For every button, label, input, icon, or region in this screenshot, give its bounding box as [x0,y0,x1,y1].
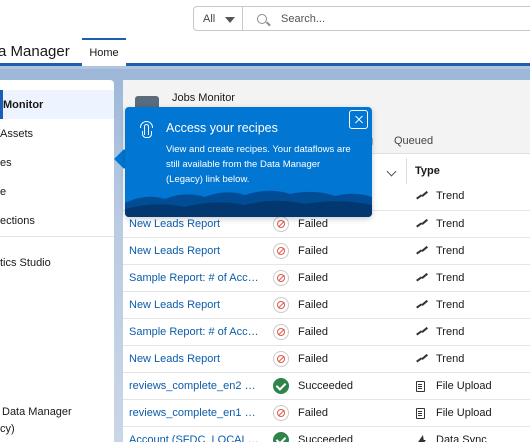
failed-icon [273,405,289,421]
global-header: All Search... [0,0,530,38]
bolt-icon [416,435,428,442]
failed-icon [273,324,289,340]
job-status: Failed [298,218,328,230]
job-type: Trend [436,272,465,284]
job-name-link[interactable]: New Leads Report [129,353,261,365]
column-separator [406,158,407,184]
job-name-link[interactable]: New Leads Report [129,245,261,257]
table-row[interactable]: New Leads Report Failed Trend [123,345,530,372]
job-status: Failed [298,272,328,284]
sidebar-item-es[interactable]: es [0,148,114,177]
app-name: a Manager [0,43,70,60]
search-placeholder: Search... [281,12,326,25]
job-status: Succeeded [298,380,354,392]
sidebar-divider [0,236,114,237]
trend-icon [416,300,428,313]
close-icon[interactable] [349,110,368,129]
job-type: Trend [436,353,465,365]
sidebar-item-label: tics Studio [0,256,51,269]
sidebar-item-monitor[interactable]: Monitor [0,90,114,119]
search-icon [257,14,267,24]
app-navigation: a Manager Home [0,38,530,66]
job-status: Failed [298,245,328,257]
job-type: Trend [436,326,465,338]
sidebar-item-label: cy) [0,423,15,435]
job-name-link[interactable]: Sample Report: # of Acco... [129,272,261,284]
failed-icon [273,297,289,313]
table-row[interactable]: Sample Report: # of Acco... Failed Trend [123,264,530,291]
job-name-link[interactable]: New Leads Report [129,299,261,311]
search-input[interactable]: Search... [243,6,530,31]
sidebar-item-analytics-studio[interactable]: tics Studio [0,248,114,277]
job-status: Failed [298,353,328,365]
job-name-link[interactable]: reviews_complete_en1 Upl... [129,407,261,419]
job-status: Failed [298,326,328,338]
tab-home[interactable]: Home [82,38,126,66]
row-type: Trend [436,190,465,202]
job-status: Succeeded [298,434,354,442]
column-header-type[interactable]: Type [415,160,440,182]
trend-icon [416,191,428,204]
file-icon [416,408,428,422]
trend-icon [416,273,428,286]
job-type: Trend [436,218,465,230]
failed-icon [273,216,289,232]
sidebar-item-label: Assets [0,127,34,140]
trend-icon [416,246,428,259]
sidebar-item-legacy-suffix: cy) [0,415,114,442]
trend-icon [416,354,428,367]
sidebar-item-label: e [0,185,7,198]
recipes-popover: Access your recipes View and create reci… [125,107,372,217]
job-type: Trend [436,245,465,257]
table-row[interactable]: reviews_complete_en1 Upl... Failed File Up… [123,399,530,426]
trend-icon [416,219,428,232]
job-type: Trend [436,299,465,311]
popover-title: Access your recipes [166,121,278,135]
job-name-link[interactable]: New Leads Report [129,218,261,230]
success-check-icon [273,432,289,442]
search-scope-select[interactable]: All [193,6,243,31]
popover-body: View and create recipes. Your dataflows … [166,144,351,185]
sidebar-item-e[interactable]: e [0,177,114,206]
mountains-illustration [125,190,372,217]
table-row[interactable]: New Leads Report Failed Trend [123,237,530,264]
job-status: Failed [298,407,328,419]
table-row[interactable]: Sample Report: # of Acco... Failed Trend [123,318,530,345]
failed-icon [273,351,289,367]
table-row[interactable]: New Leads Report Failed Trend [123,291,530,318]
job-name-link[interactable]: Account (SFDC_LOCAL_L... [129,434,261,442]
job-type: Data Sync [436,434,487,442]
file-icon [416,381,428,395]
job-type: File Upload [436,380,492,392]
sidebar: Monitor Assets es e ections tics Studio … [0,80,114,442]
table-row[interactable]: Account (SFDC_LOCAL_L... Succeeded Data Sy… [123,426,530,442]
touch-icon [139,121,155,139]
success-check-icon [273,378,289,394]
failed-icon [273,243,289,259]
table-row[interactable]: reviews_complete_en2 Up... Succeeded File … [123,372,530,399]
failed-icon [273,270,289,286]
sidebar-item-assets[interactable]: Assets [0,119,114,148]
chevron-down-icon [225,17,235,23]
page-title: Jobs Monitor [172,92,235,104]
search-scope-label: All [203,12,216,25]
job-name-link[interactable]: reviews_complete_en2 Up... [129,380,261,392]
sidebar-item-connections[interactable]: ections [0,206,114,235]
sidebar-item-label: es [0,156,12,169]
job-type: File Upload [436,407,492,419]
sidebar-item-label: Monitor [3,98,44,111]
sidebar-item-label: ections [0,214,35,227]
sort-chevron-icon[interactable] [386,166,397,177]
job-name-link[interactable]: Sample Report: # of Acco... [129,326,261,338]
tab-queued[interactable]: Queued [394,135,433,147]
job-status: Failed [298,299,328,311]
trend-icon [416,327,428,340]
